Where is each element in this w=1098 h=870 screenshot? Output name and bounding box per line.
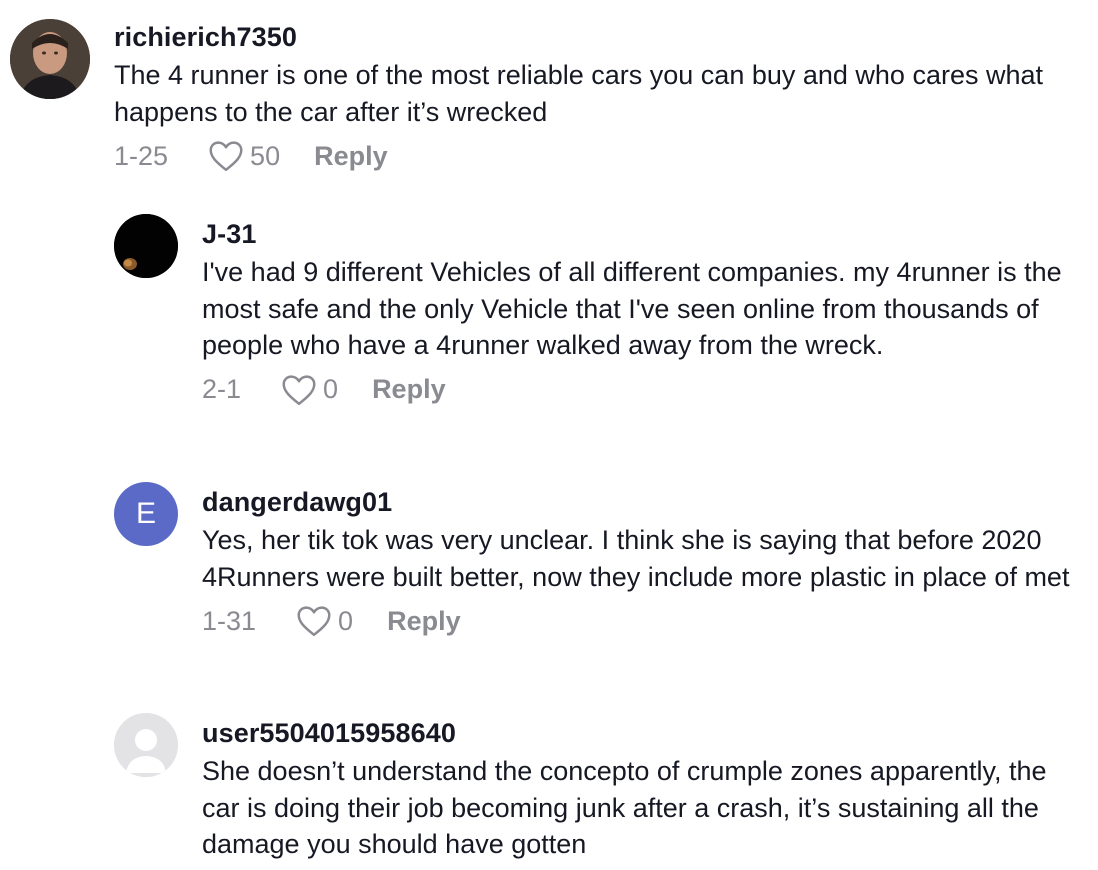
reply-button[interactable]: Reply — [387, 606, 461, 637]
comment-text: I've had 9 different Vehicles of all dif… — [202, 257, 1062, 360]
comment-text: She doesn’t understand the concepto of c… — [202, 756, 1047, 859]
like-button[interactable]: 50 — [208, 140, 280, 172]
comment-meta: 2-1 0 Reply — [202, 370, 1082, 410]
like-button[interactable]: 0 — [296, 605, 353, 637]
like-count: 0 — [338, 605, 354, 636]
comment-text: Yes, her tik tok was very unclear. I thi… — [202, 525, 1070, 592]
comment-username[interactable]: dangerdawg01 — [202, 486, 1082, 518]
heart-icon — [282, 374, 316, 405]
comment-item: J-31 I've had 9 different Vehicles of al… — [114, 214, 1094, 410]
comment-meta: 1-25 50 Reply — [114, 136, 1074, 176]
comment-username[interactable]: J-31 — [202, 218, 1082, 250]
comment-username[interactable]: richierich7350 — [114, 21, 1074, 53]
avatar-photo-icon — [10, 19, 90, 99]
comment-meta: 1-31 0 Reply — [202, 601, 1082, 641]
comment-item: richierich7350 The 4 runner is one of th… — [10, 19, 1090, 176]
avatar-letter: E — [135, 497, 156, 530]
avatar[interactable] — [114, 214, 178, 278]
avatar-photo-icon — [114, 214, 178, 278]
avatar[interactable]: E — [114, 482, 178, 546]
avatar[interactable] — [10, 19, 90, 99]
heart-icon — [209, 141, 243, 172]
comment-date: 1-31 — [202, 605, 257, 636]
comment-username[interactable]: user5504015958640 — [202, 717, 1082, 749]
heart-icon — [297, 606, 331, 637]
reply-button[interactable]: Reply — [372, 374, 446, 405]
comment-text: The 4 runner is one of the most reliable… — [114, 60, 1044, 127]
reply-button[interactable]: Reply — [314, 141, 388, 172]
default-user-icon — [114, 713, 178, 777]
comment-item: E dangerdawg01 Yes, her tik tok was very… — [114, 482, 1094, 641]
comment-item: user5504015958640 She doesn’t understand… — [114, 713, 1094, 863]
comment-date: 2-1 — [202, 374, 242, 404]
like-button[interactable]: 0 — [281, 374, 338, 406]
like-count: 50 — [250, 140, 281, 171]
avatar[interactable] — [114, 713, 178, 777]
comment-date: 1-25 — [114, 140, 169, 171]
like-count: 0 — [323, 374, 339, 404]
